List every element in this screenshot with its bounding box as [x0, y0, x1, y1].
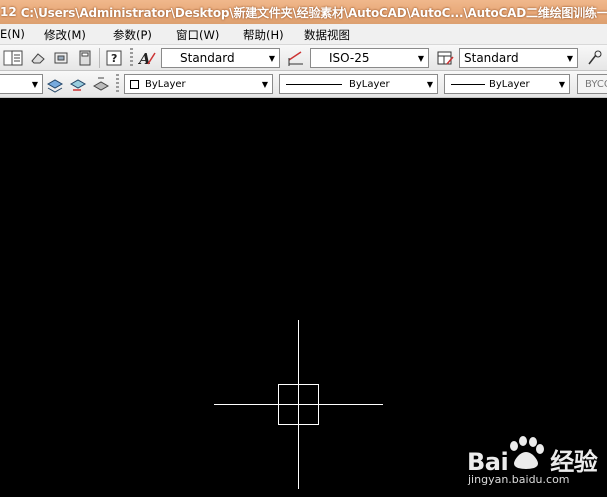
dimension-style-icon[interactable] [287, 49, 305, 67]
dimension-style-value: ISO-25 [329, 51, 370, 65]
chevron-down-icon[interactable]: ▼ [555, 75, 569, 93]
svg-text:?: ? [111, 52, 117, 65]
file-icon[interactable] [8, 49, 26, 67]
linetype-preview [286, 84, 342, 85]
lineweight-select[interactable]: ByLayer ▼ [444, 74, 570, 94]
menu-modify[interactable]: 修改(M) [44, 27, 86, 43]
app-version: 12 [0, 5, 17, 19]
eraser-icon[interactable] [29, 49, 47, 67]
chevron-down-icon[interactable]: ▼ [563, 49, 577, 67]
watermark-brand-text: Bai [467, 448, 509, 476]
toolbar-grip[interactable] [130, 48, 133, 68]
table-style-select[interactable]: Standard ▼ [459, 48, 578, 68]
title-bar: 12 C:\Users\Administrator\Desktop\新建文件夹\… [0, 0, 607, 24]
properties-toolbar: ▼ ByLayer ▼ ByLayer ▼ ByLayer ▼ BYCOLOR [0, 71, 607, 98]
watermark-url: jingyan.baidu.com [468, 473, 570, 486]
calculator-icon[interactable] [76, 49, 94, 67]
lineweight-value: ByLayer [489, 78, 530, 90]
menu-parametric[interactable]: 参数(P) [113, 27, 152, 43]
toolbar-grip[interactable] [116, 74, 119, 94]
toolbar-separator [99, 48, 100, 68]
table-style-value: Standard [464, 51, 519, 65]
watermark-brand: Bai 经验 [467, 442, 598, 477]
layer-previous-icon[interactable] [46, 76, 64, 94]
text-style-select[interactable]: Standard ▼ [161, 48, 280, 68]
cursor-pickbox [278, 384, 319, 425]
help-icon[interactable]: ? [105, 49, 123, 67]
window-title: C:\Users\Administrator\Desktop\新建文件夹\经验素… [20, 5, 607, 20]
lineweight-preview [451, 84, 485, 85]
chevron-down-icon[interactable]: ▼ [423, 75, 437, 93]
dimension-style-select[interactable]: ISO-25 ▼ [310, 48, 429, 68]
menu-format[interactable]: E(N) [0, 27, 25, 41]
linetype-value: ByLayer [349, 78, 390, 90]
chevron-down-icon[interactable]: ▼ [28, 75, 42, 93]
plotstyle-select[interactable]: BYCOLOR [577, 74, 607, 94]
layer-match-icon[interactable] [92, 76, 110, 94]
multileader-style-icon[interactable] [586, 49, 604, 67]
color-value: ByLayer [145, 78, 186, 90]
text-style-icon[interactable]: A [138, 49, 156, 67]
standard-toolbar: ? A Standard ▼ ISO-25 ▼ Standard ▼ [0, 45, 607, 71]
publish-icon[interactable] [52, 49, 70, 67]
layer-states-icon[interactable] [69, 76, 87, 94]
watermark-brand-cn: 经验 [550, 448, 598, 476]
svg-text:A: A [138, 50, 151, 67]
chevron-down-icon[interactable]: ▼ [265, 49, 279, 67]
linetype-select[interactable]: ByLayer ▼ [279, 74, 438, 94]
color-swatch [130, 80, 139, 89]
plotstyle-value: BYCOLOR [585, 78, 607, 90]
chevron-down-icon[interactable]: ▼ [414, 49, 428, 67]
menu-help[interactable]: 帮助(H) [243, 27, 284, 43]
menu-bar: E(N) 修改(M) 参数(P) 窗口(W) 帮助(H) 数据视图 [0, 24, 607, 45]
menu-data-view[interactable]: 数据视图 [304, 27, 350, 43]
text-style-value: Standard [180, 51, 235, 65]
layer-select[interactable]: ▼ [0, 74, 43, 94]
menu-window[interactable]: 窗口(W) [176, 27, 219, 43]
table-style-icon[interactable] [436, 49, 454, 67]
chevron-down-icon[interactable]: ▼ [258, 75, 272, 93]
color-select[interactable]: ByLayer ▼ [124, 74, 273, 94]
